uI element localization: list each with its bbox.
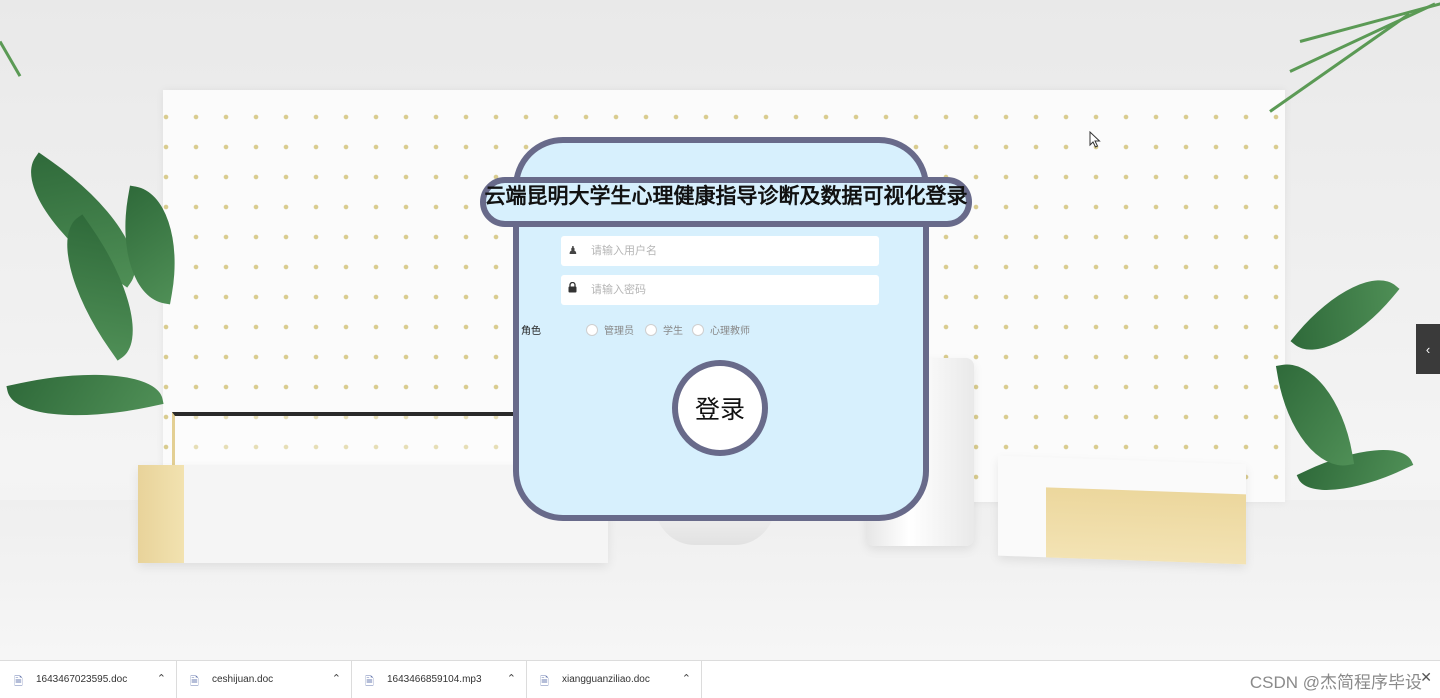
password-input[interactable] bbox=[591, 280, 861, 300]
document-icon: 🗎 bbox=[190, 676, 199, 688]
download-item[interactable]: 🗎 1643467023595.doc ⌃ bbox=[0, 661, 177, 698]
radio-circle[interactable] bbox=[645, 323, 657, 336]
password-field[interactable] bbox=[561, 275, 879, 305]
plant-leaf bbox=[1275, 355, 1355, 475]
role-option-label: 心理教师 bbox=[710, 326, 750, 337]
download-item[interactable]: 🗎 xiangguanziliao.doc ⌃ bbox=[526, 661, 702, 698]
radio-circle[interactable] bbox=[692, 323, 704, 336]
palm-frond bbox=[1299, 1, 1440, 43]
user-icon: ♟ bbox=[568, 245, 578, 257]
role-option-label: 学生 bbox=[663, 326, 683, 337]
download-item[interactable]: 🗎 ceshijuan.doc ⌃ bbox=[176, 661, 352, 698]
role-label: 角色 bbox=[521, 326, 541, 337]
radio-circle[interactable] bbox=[586, 323, 598, 336]
chevron-left-icon: ‹ bbox=[1425, 341, 1431, 357]
lock-icon bbox=[568, 275, 577, 305]
download-filename: 1643467023595.doc bbox=[36, 674, 128, 685]
chevron-up-icon[interactable]: ⌃ bbox=[332, 672, 341, 685]
plant-leaf bbox=[6, 354, 164, 436]
palm-frond bbox=[1269, 12, 1411, 113]
role-option-teacher[interactable]: 心理教师 bbox=[692, 322, 750, 337]
document-icon: 🗎 bbox=[540, 676, 549, 688]
audio-file-icon: 🗎 bbox=[365, 676, 374, 688]
login-button[interactable]: 登录 bbox=[672, 360, 768, 456]
close-icon[interactable]: ✕ bbox=[1420, 669, 1432, 686]
plant-leaf bbox=[1290, 256, 1400, 374]
username-field[interactable]: ♟ bbox=[561, 236, 879, 266]
chevron-up-icon[interactable]: ⌃ bbox=[682, 672, 691, 685]
display-frame bbox=[172, 412, 518, 471]
download-filename: ceshijuan.doc bbox=[212, 674, 274, 685]
chevron-up-icon[interactable]: ⌃ bbox=[157, 672, 166, 685]
chevron-up-icon[interactable]: ⌃ bbox=[507, 672, 516, 685]
document-icon: 🗎 bbox=[14, 676, 23, 688]
download-filename: 1643466859104.mp3 bbox=[387, 674, 482, 685]
mouse-cursor-icon bbox=[1089, 130, 1101, 151]
role-option-student[interactable]: 学生 bbox=[645, 322, 683, 337]
login-title: 云端昆明大学生心理健康指导诊断及数据可视化登录 bbox=[484, 185, 968, 208]
download-bar: 🗎 1643467023595.doc ⌃ 🗎 ceshijuan.doc ⌃ … bbox=[0, 660, 1440, 698]
role-option-label: 管理员 bbox=[604, 326, 634, 337]
palm-frond bbox=[0, 40, 22, 77]
side-panel-toggle[interactable]: ‹ bbox=[1416, 324, 1440, 374]
csdn-watermark: CSDN @杰简程序毕设 bbox=[1249, 673, 1422, 692]
display-box-right bbox=[998, 455, 1246, 565]
username-input[interactable] bbox=[591, 241, 861, 261]
download-item[interactable]: 🗎 1643466859104.mp3 ⌃ bbox=[351, 661, 527, 698]
role-option-admin[interactable]: 管理员 bbox=[586, 322, 634, 337]
download-filename: xiangguanziliao.doc bbox=[562, 674, 650, 685]
